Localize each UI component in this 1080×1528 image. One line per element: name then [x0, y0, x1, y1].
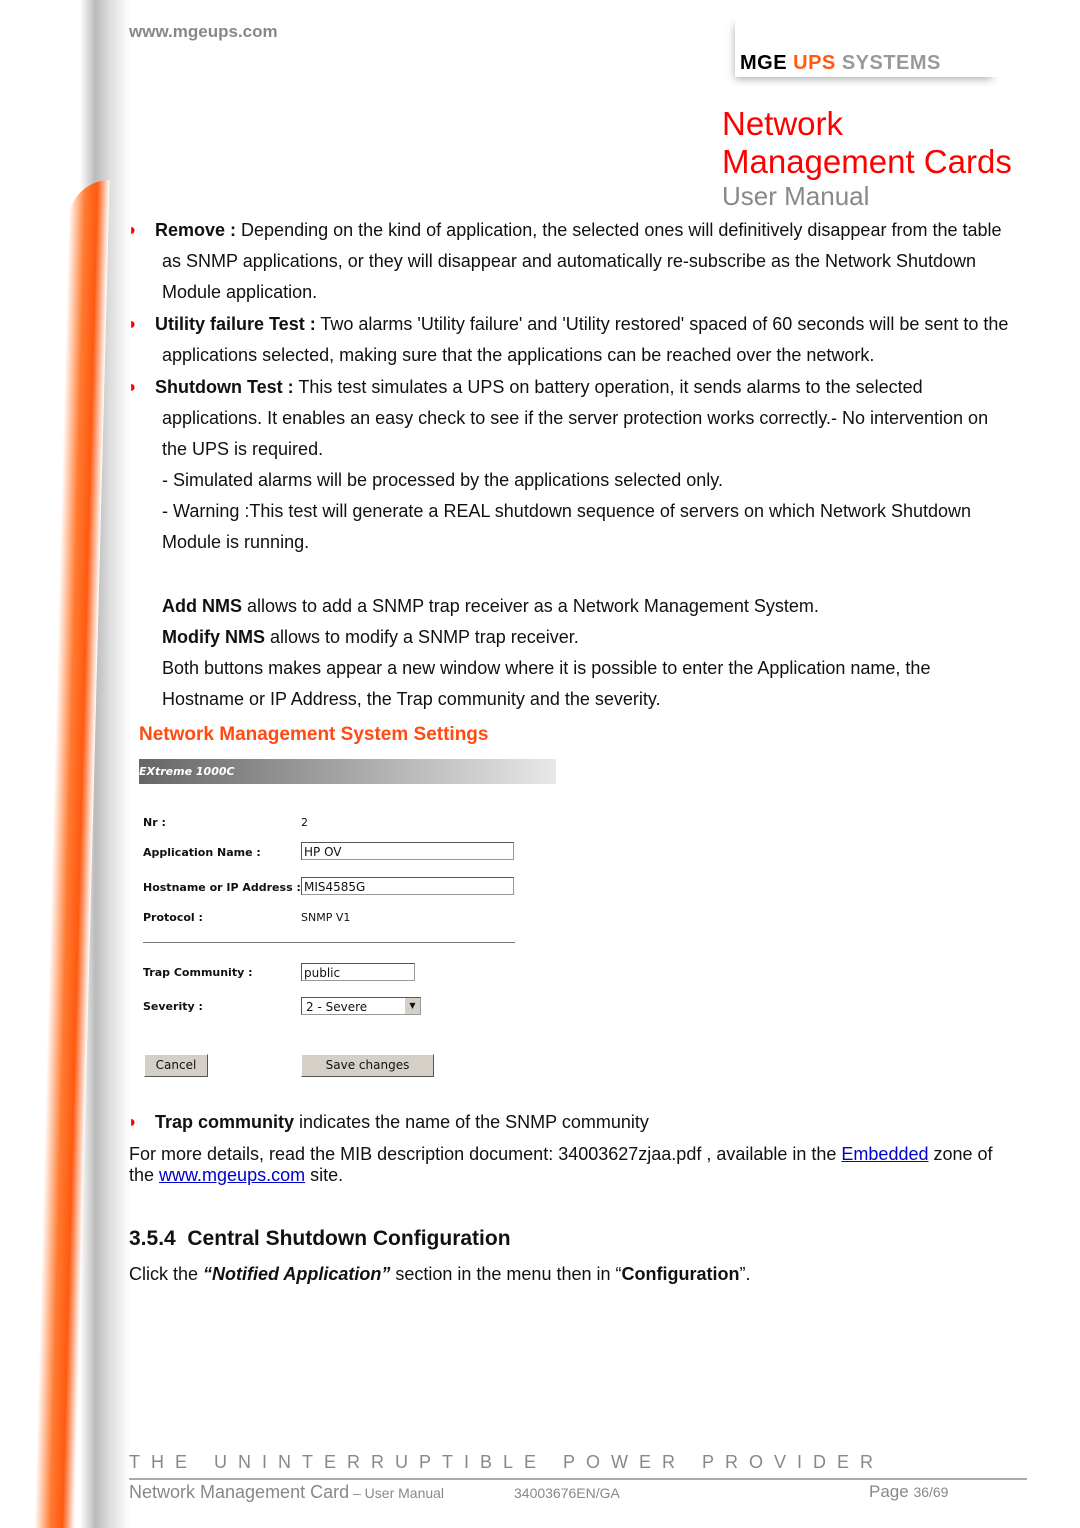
cancel-button[interactable]: Cancel: [144, 1054, 208, 1077]
host-label: Hostname or IP Address :: [143, 881, 301, 894]
severity-select[interactable]: 2 - Severe ▼: [301, 997, 421, 1015]
nr-value: 2: [301, 816, 308, 829]
footer-doc-title: Network Management Card – User Manual: [129, 1482, 445, 1502]
bullet-shutdown-test: ◗ Shutdown Test : This test simulates a …: [128, 377, 989, 552]
nr-label: Nr :: [143, 816, 166, 829]
section-instruction: Click the “Notified Application” section…: [129, 1264, 751, 1284]
title-line1: Network: [722, 105, 844, 142]
save-changes-button[interactable]: Save changes: [301, 1054, 434, 1077]
chevron-down-icon[interactable]: ▼: [405, 998, 420, 1014]
nms-settings-form: EXtreme 1000C Nr : 2 Application Name : …: [139, 759, 556, 1089]
trap-community-label: Trap Community :: [143, 966, 253, 979]
footer-tagline: THE UNINTERRUPTIBLE POWER PROVIDER: [129, 1452, 885, 1472]
protocol-value: SNMP V1: [301, 911, 351, 924]
app-name-label: Application Name :: [143, 846, 261, 859]
embedded-link[interactable]: Embedded: [841, 1144, 928, 1164]
footer-ref: 34003676EN/GA: [514, 1485, 620, 1501]
bullet-remove: ◗ Remove : Depending on the kind of appl…: [128, 220, 1002, 302]
section-heading: Network Management System Settings: [139, 724, 489, 745]
title-line2: Management Cards: [722, 143, 1012, 180]
mgeups-link[interactable]: www.mgeups.com: [159, 1165, 305, 1185]
document-page: www.mgeups.com MGE UPS SYSTEMS Network M…: [0, 0, 1080, 1528]
host-input[interactable]: MIS4585G: [301, 877, 514, 895]
protocol-label: Protocol :: [143, 911, 203, 924]
app-name-input[interactable]: HP OV: [301, 842, 514, 860]
trap-community-input[interactable]: public: [301, 963, 415, 981]
mge-logo: MGE UPS SYSTEMS: [735, 15, 1000, 77]
bullet-trap-community: ◗ Trap community indicates the name of t…: [128, 1112, 649, 1132]
severity-label: Severity :: [143, 1000, 203, 1013]
header-url: www.mgeups.com: [129, 22, 278, 41]
bullet-utility-failure-test: ◗ Utility failure Test : Two alarms 'Uti…: [128, 314, 1009, 365]
divider: [143, 942, 515, 943]
details-paragraph: For more details, read the MIB descripti…: [129, 1144, 993, 1185]
form-header: EXtreme 1000C: [139, 759, 556, 784]
footer-divider: [129, 1478, 1027, 1480]
footer-page: Page 36/69: [869, 1482, 949, 1501]
subtitle: User Manual: [722, 181, 870, 211]
nms-description: Add NMS allows to add a SNMP trap receiv…: [162, 596, 931, 709]
section-title: 3.5.4 Central Shutdown Configuration: [129, 1227, 511, 1250]
